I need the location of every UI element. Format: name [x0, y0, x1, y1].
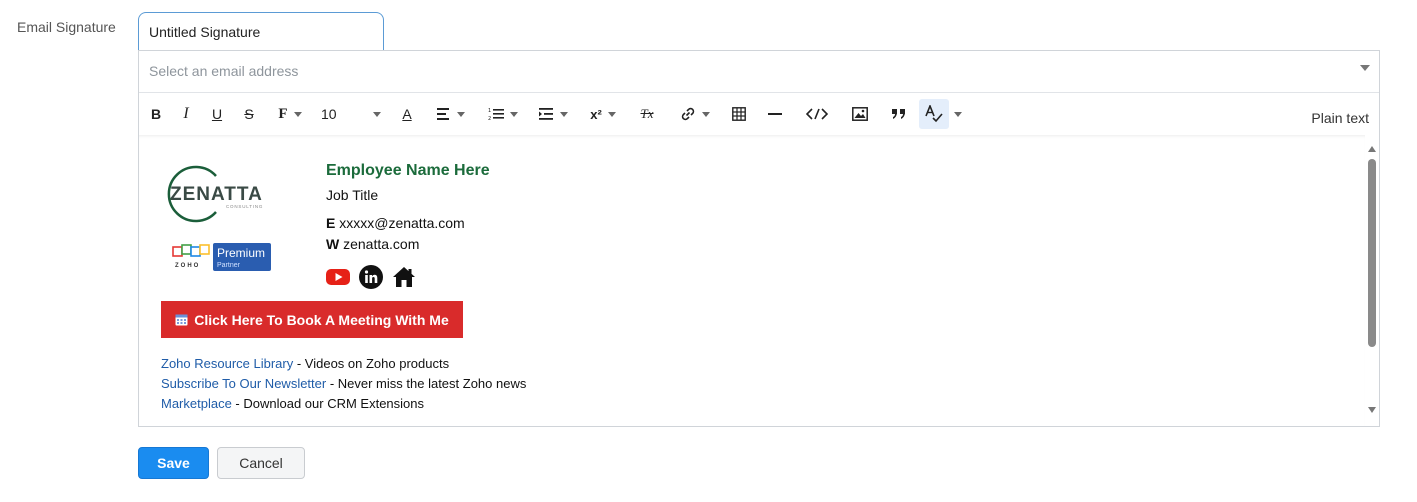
- email-select-placeholder: Select an email address: [149, 63, 299, 79]
- signature-email: E xxxxx@zenatta.com: [326, 215, 465, 231]
- svg-text:1: 1: [488, 108, 491, 114]
- horizontal-line-button[interactable]: [767, 99, 783, 129]
- ordered-list-icon: 12: [488, 108, 504, 121]
- link-description: - Videos on Zoho products: [293, 356, 450, 371]
- underline-icon[interactable]: U: [208, 99, 226, 129]
- align-dropdown[interactable]: [433, 99, 469, 129]
- chevron-down-icon: [457, 111, 465, 117]
- font-family-dropdown[interactable]: F: [275, 99, 305, 129]
- email-address-select[interactable]: Select an email address: [139, 51, 1379, 93]
- newsletter-link[interactable]: Subscribe To Our Newsletter: [161, 376, 326, 391]
- quote-icon: [892, 109, 905, 119]
- marketplace-link[interactable]: Marketplace: [161, 396, 232, 411]
- email-signature-label: Email Signature: [17, 19, 116, 35]
- font-color-icon: A: [402, 106, 412, 122]
- scroll-up-icon[interactable]: [1368, 146, 1376, 152]
- italic-icon[interactable]: I: [177, 99, 195, 129]
- spell-check-icon: [925, 105, 943, 123]
- link-icon: [681, 107, 695, 121]
- linkedin-icon[interactable]: [359, 265, 383, 289]
- chevron-down-icon: [702, 111, 710, 117]
- spell-check-dropdown[interactable]: [951, 99, 965, 129]
- svg-text:ZENATTA: ZENATTA: [170, 184, 263, 205]
- horizontal-line-icon: [768, 113, 782, 115]
- font-family-icon: F: [278, 105, 288, 122]
- image-icon: [852, 107, 868, 121]
- svg-text:Partner: Partner: [217, 262, 241, 269]
- signature-links: Zoho Resource Library - Videos on Zoho p…: [161, 354, 526, 414]
- signature-content[interactable]: ZENATTA CONSULTING ZOHO Premium Partner …: [139, 135, 1365, 426]
- chevron-down-icon: [607, 111, 616, 117]
- signature-editor: Select an email address B I U S F 10 A 1…: [138, 50, 1380, 427]
- zoho-resource-library-link[interactable]: Zoho Resource Library: [161, 356, 293, 371]
- chevron-down-icon: [373, 111, 381, 117]
- code-button[interactable]: [805, 99, 829, 129]
- home-icon[interactable]: [392, 266, 416, 288]
- signature-website: W zenatta.com: [326, 236, 419, 252]
- zoho-premium-partner-badge: ZOHO Premium Partner: [172, 243, 271, 271]
- blockquote-button[interactable]: [890, 99, 908, 129]
- scrollbar-thumb[interactable]: [1368, 159, 1376, 347]
- email-value: xxxxx@zenatta.com: [339, 215, 465, 231]
- svg-text:ZOHO: ZOHO: [175, 263, 200, 269]
- indent-icon: [538, 108, 553, 120]
- align-icon: [437, 108, 449, 120]
- plain-text-toggle[interactable]: Plain text: [1311, 110, 1369, 126]
- editor-scrollbar[interactable]: [1365, 143, 1379, 426]
- book-meeting-button[interactable]: Click Here To Book A Meeting With Me: [161, 301, 463, 338]
- code-icon: [806, 108, 828, 120]
- save-button[interactable]: Save: [138, 447, 209, 479]
- email-prefix: E: [326, 215, 336, 231]
- svg-text:2: 2: [488, 116, 491, 121]
- svg-text:CONSULTING: CONSULTING: [226, 204, 263, 209]
- clear-format-icon: Tx: [640, 106, 654, 121]
- strikethrough-icon[interactable]: S: [240, 99, 258, 129]
- link-description: - Download our CRM Extensions: [231, 396, 425, 411]
- superscript-dropdown[interactable]: x²: [585, 99, 621, 129]
- web-prefix: W: [326, 236, 340, 252]
- chevron-down-icon[interactable]: [1360, 65, 1370, 71]
- social-icons: [326, 265, 416, 289]
- website-value: zenatta.com: [343, 236, 420, 252]
- indent-dropdown[interactable]: [535, 99, 571, 129]
- chevron-down-icon: [954, 111, 962, 117]
- calendar-icon: [175, 313, 188, 326]
- link-description: - Never miss the latest Zoho news: [326, 376, 527, 391]
- link-dropdown[interactable]: [675, 99, 715, 129]
- font-size-select[interactable]: 10: [321, 99, 381, 129]
- font-color-button[interactable]: A: [400, 99, 414, 129]
- spell-check-button[interactable]: [919, 99, 949, 129]
- scroll-down-icon[interactable]: [1368, 407, 1376, 413]
- ordered-list-dropdown[interactable]: 12: [484, 99, 522, 129]
- insert-image-button[interactable]: [851, 99, 869, 129]
- job-title: Job Title: [326, 187, 379, 203]
- signature-name-input[interactable]: Untitled Signature: [138, 12, 384, 50]
- youtube-icon[interactable]: [326, 268, 350, 286]
- insert-table-button[interactable]: [731, 99, 747, 129]
- chevron-down-icon: [293, 111, 302, 117]
- chevron-down-icon: [510, 111, 518, 117]
- bold-icon[interactable]: B: [147, 99, 165, 129]
- list-item: Subscribe To Our Newsletter - Never miss…: [161, 374, 526, 394]
- format-toolbar: B I U S F 10 A 12 x² Tx Plain text: [139, 93, 1379, 135]
- clear-format-button[interactable]: Tx: [638, 99, 656, 129]
- superscript-icon: x²: [590, 106, 602, 122]
- list-item: Zoho Resource Library - Videos on Zoho p…: [161, 354, 526, 374]
- table-icon: [732, 107, 746, 121]
- cancel-button[interactable]: Cancel: [217, 447, 305, 479]
- book-meeting-label: Click Here To Book A Meeting With Me: [194, 311, 449, 328]
- list-item: Marketplace - Download our CRM Extension…: [161, 394, 526, 414]
- employee-name: Employee Name Here: [326, 162, 490, 179]
- svg-text:Premium: Premium: [217, 246, 265, 260]
- chevron-down-icon: [559, 111, 568, 117]
- font-size-value: 10: [321, 106, 337, 122]
- zenatta-logo: ZENATTA CONSULTING: [167, 165, 263, 223]
